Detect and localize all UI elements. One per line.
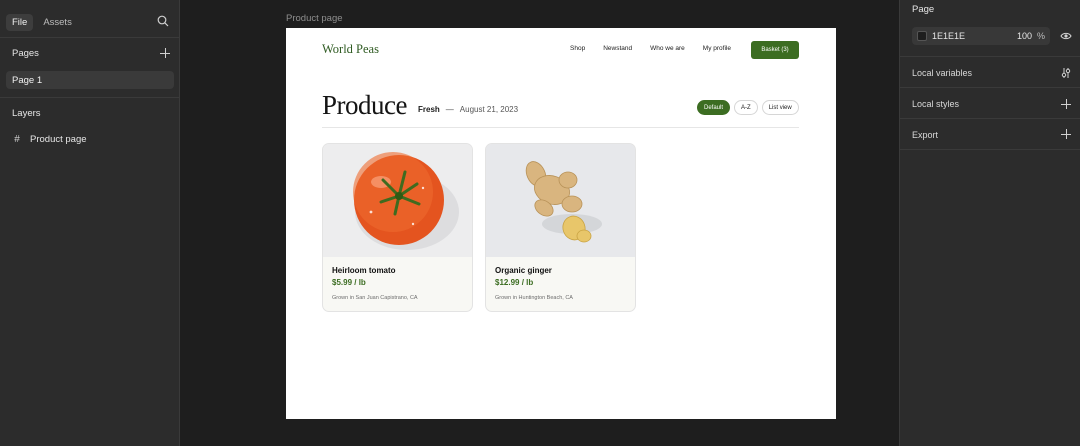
tab-assets[interactable]: Assets — [37, 14, 78, 31]
page-title: Produce — [322, 90, 407, 120]
add-export-icon[interactable] — [1061, 129, 1071, 139]
page-subtitle: Fresh — August 21, 2023 — [418, 105, 518, 114]
subtitle-label: Fresh — [418, 105, 440, 114]
divider — [0, 37, 180, 38]
ginger-image — [486, 144, 635, 257]
divider — [900, 149, 1080, 150]
frame-icon: # — [14, 134, 20, 145]
app-window: File Assets Pages Page 1 Layers # Produc… — [0, 0, 1080, 446]
nav-my-profile[interactable]: My profile — [703, 45, 731, 52]
product-card[interactable]: Heirloom tomato $5.99 / lb Grown in San … — [322, 143, 473, 312]
chip-list-view[interactable]: List view — [761, 100, 799, 115]
add-style-icon[interactable] — [1061, 99, 1071, 109]
layer-item-product-page[interactable]: # Product page — [12, 134, 87, 145]
chip-default[interactable]: Default — [697, 100, 731, 115]
divider — [900, 87, 1080, 88]
page-item-1[interactable]: Page 1 — [6, 71, 174, 89]
fill-opacity-unit: % — [1036, 31, 1045, 41]
eye-icon[interactable] — [1060, 31, 1072, 41]
add-page-icon[interactable] — [160, 48, 170, 58]
page-fill-row[interactable]: 1E1E1E 100 % — [912, 27, 1050, 45]
nav-shop[interactable]: Shop — [570, 45, 585, 52]
product-card[interactable]: Organic ginger $12.99 / lb Grown in Hunt… — [485, 143, 636, 312]
nav-newstand[interactable]: Newstand — [603, 45, 632, 52]
product-name: Heirloom tomato — [332, 266, 396, 275]
tab-file[interactable]: File — [6, 13, 34, 31]
pages-title: Pages — [12, 48, 39, 59]
product-name: Organic ginger — [495, 266, 552, 275]
color-swatch[interactable] — [917, 31, 927, 41]
product-price: $5.99 / lb — [332, 278, 366, 287]
subtitle-dash: — — [445, 105, 454, 114]
product-origin: Grown in Huntington Beach, CA — [495, 295, 573, 301]
layers-title: Layers — [12, 108, 41, 119]
left-tabs: File Assets — [6, 13, 78, 31]
search-icon[interactable] — [157, 15, 169, 27]
local-variables-label[interactable]: Local variables — [912, 68, 972, 78]
divider — [0, 97, 180, 98]
frame-label[interactable]: Product page — [286, 13, 343, 24]
product-price: $12.99 / lb — [495, 278, 534, 287]
sort-chips: Default A-Z List view — [697, 100, 799, 115]
export-label[interactable]: Export — [912, 130, 938, 140]
page-section-title: Page — [912, 4, 935, 15]
fill-opacity-value[interactable]: 100 — [1010, 31, 1032, 41]
left-panel: File Assets Pages Page 1 Layers # Produc… — [0, 0, 180, 446]
product-origin: Grown in San Juan Capistrano, CA — [332, 295, 418, 301]
basket-button[interactable]: Basket (3) — [751, 41, 799, 59]
top-nav: Shop Newstand Who we are My profile — [570, 45, 731, 52]
local-styles-label[interactable]: Local styles — [912, 99, 959, 109]
product-page-frame[interactable]: World Peas Shop Newstand Who we are My p… — [286, 28, 836, 419]
chip-a-z[interactable]: A-Z — [734, 100, 758, 115]
fill-hex-value[interactable]: 1E1E1E — [932, 31, 1010, 41]
brand-logo[interactable]: World Peas — [322, 42, 379, 57]
tomato-image — [323, 144, 472, 257]
divider — [900, 118, 1080, 119]
nav-who-we-are[interactable]: Who we are — [650, 45, 685, 52]
right-panel: Page 1E1E1E 100 % Local variables Local … — [899, 0, 1080, 446]
variables-icon[interactable] — [1060, 67, 1072, 79]
subtitle-date: August 21, 2023 — [459, 105, 519, 114]
layer-label: Product page — [30, 134, 87, 145]
divider — [900, 56, 1080, 57]
divider — [322, 127, 799, 128]
